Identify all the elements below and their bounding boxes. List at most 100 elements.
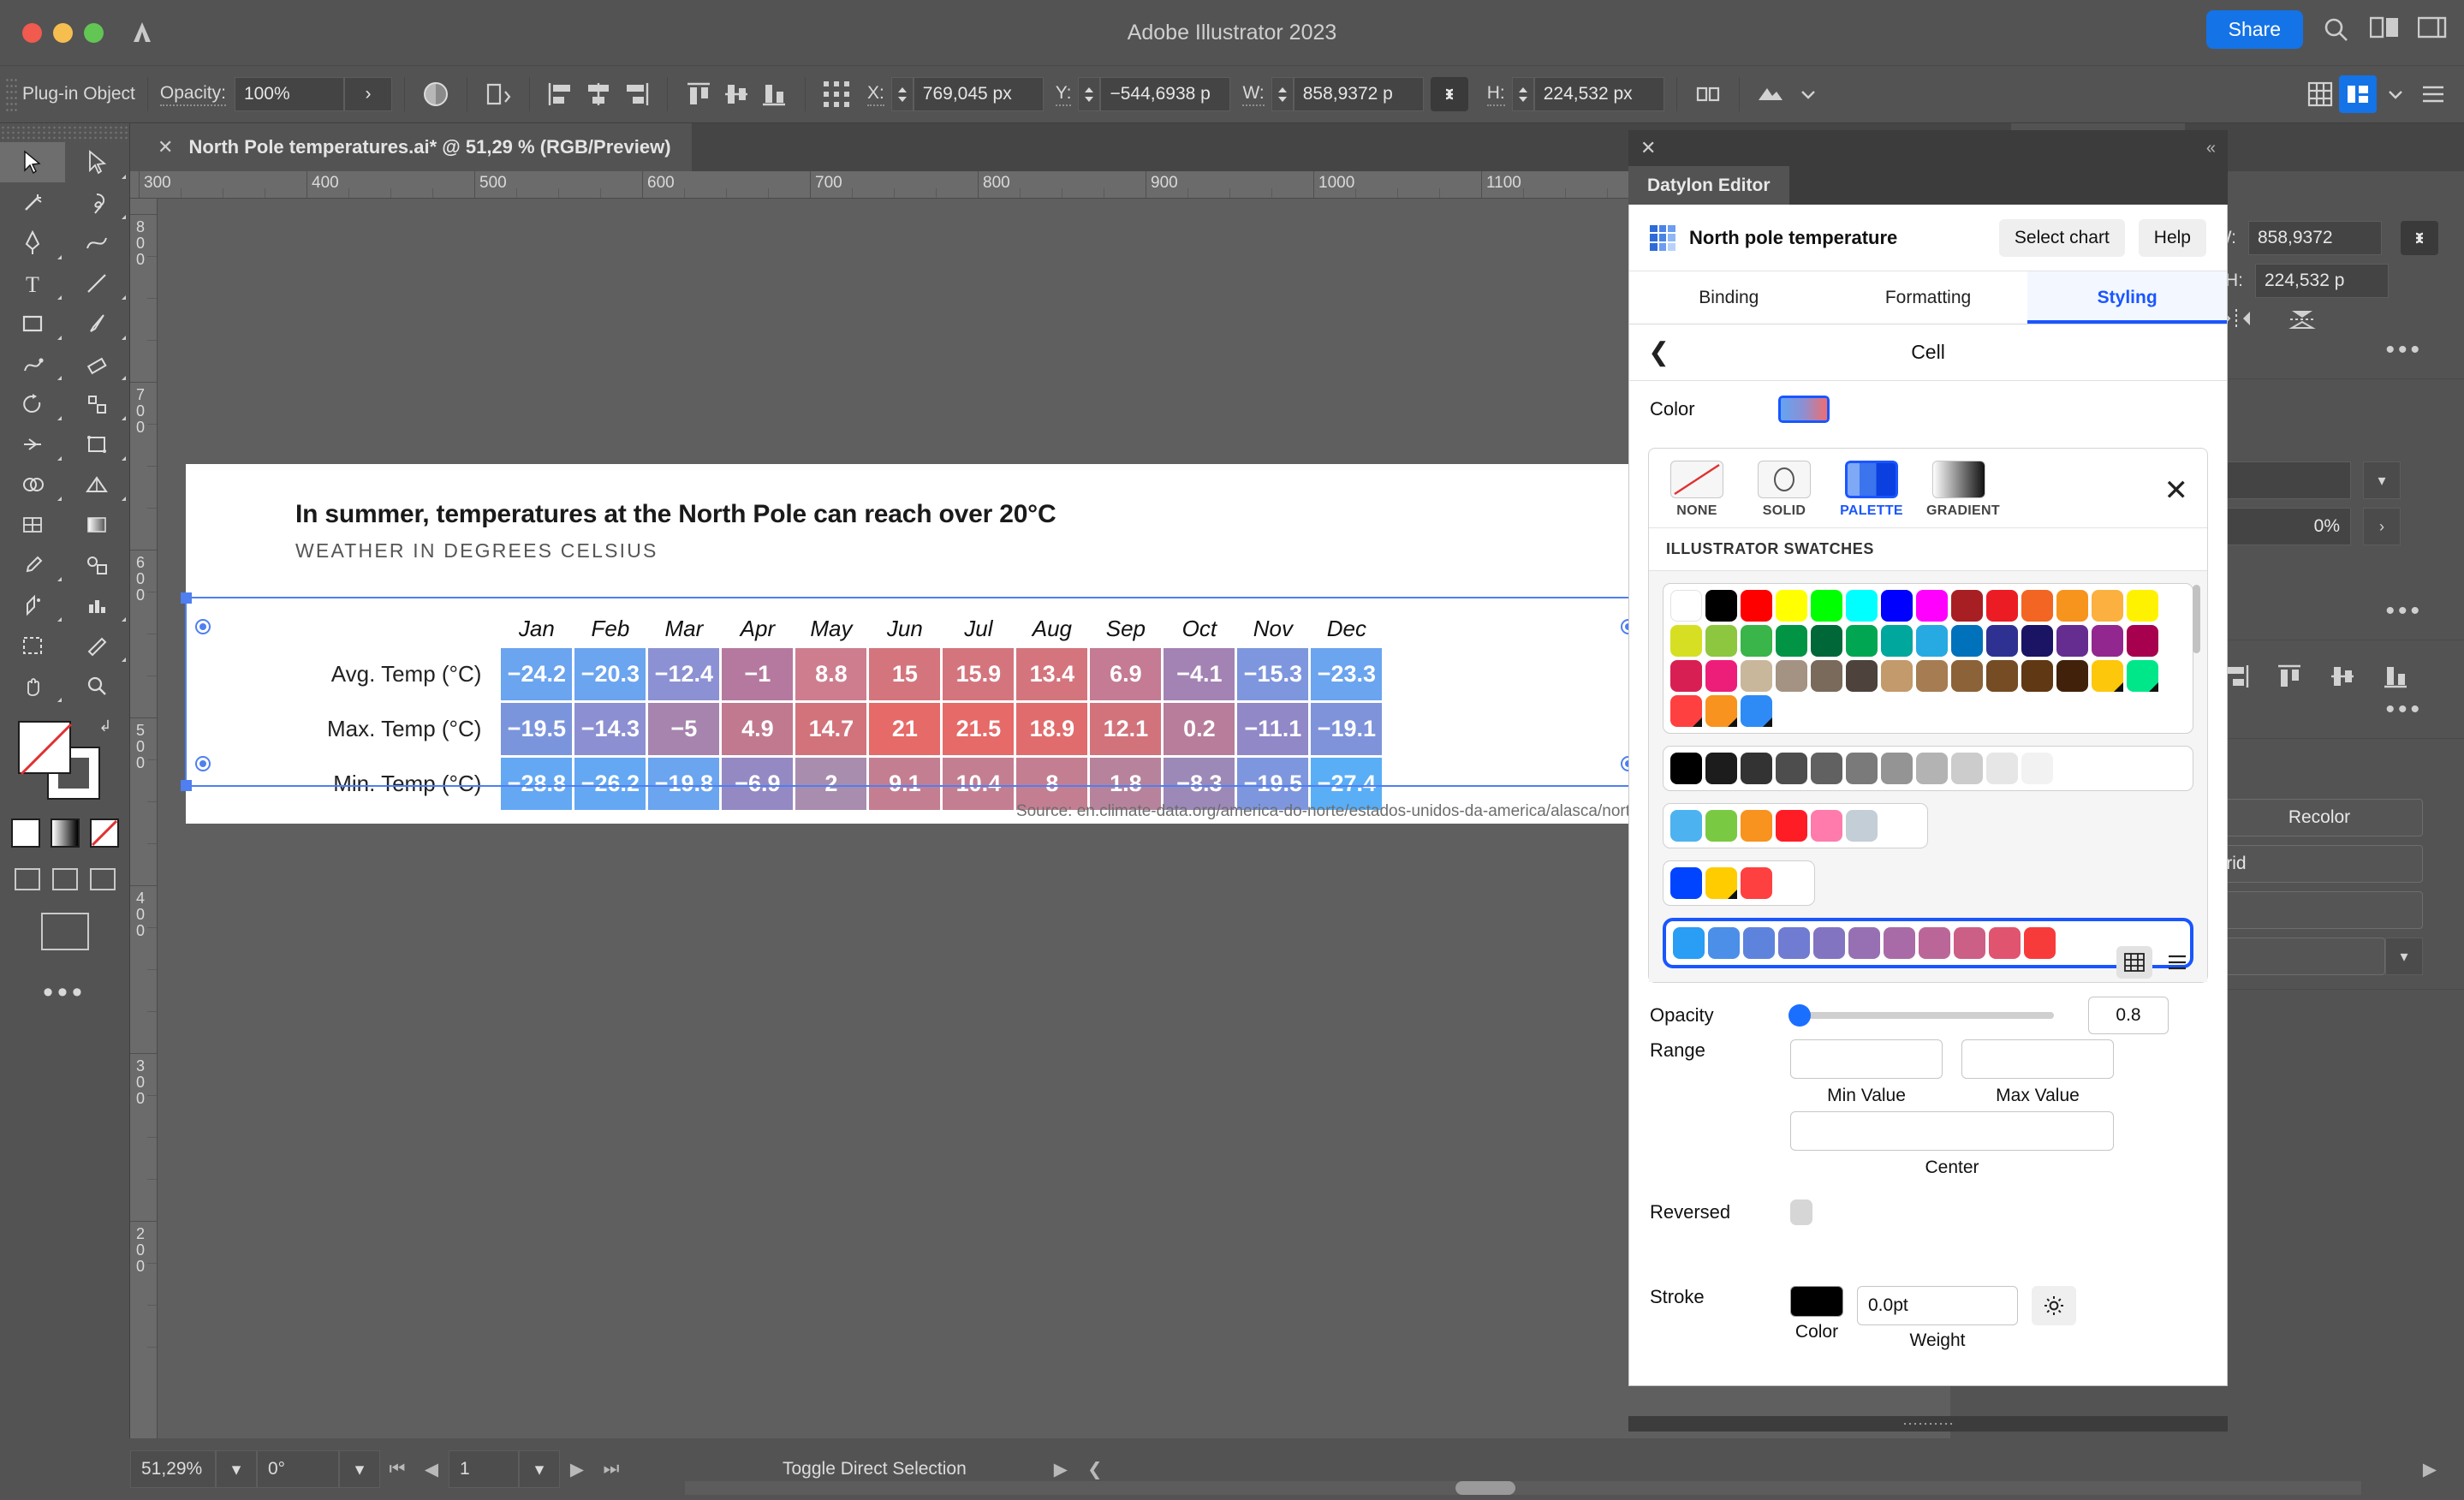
share-button[interactable]: Share bbox=[2205, 10, 2303, 49]
chevron-down-icon[interactable] bbox=[2377, 75, 2414, 113]
x-input[interactable]: 769,045 px bbox=[913, 77, 1044, 111]
color-swatch[interactable] bbox=[1670, 753, 1702, 784]
next-artboard-icon[interactable]: ▶ bbox=[560, 1450, 594, 1488]
horizontal-scrollbar-track[interactable] bbox=[685, 1481, 2361, 1495]
w-stepper[interactable] bbox=[1271, 77, 1294, 111]
chevron-down-icon[interactable]: ▾ bbox=[2363, 461, 2401, 499]
align-right-icon[interactable] bbox=[617, 75, 655, 113]
horizontal-scrollbar-thumb[interactable] bbox=[1455, 1481, 1515, 1495]
scroll-right-icon[interactable]: ▶ bbox=[2413, 1450, 2447, 1488]
link-dimensions-icon[interactable] bbox=[2401, 221, 2438, 255]
gear-icon[interactable] bbox=[2032, 1286, 2076, 1325]
color-mode-solid[interactable]: SOLID bbox=[1752, 461, 1817, 519]
color-swatch[interactable] bbox=[1846, 810, 1878, 842]
datylon-panel-resize-grip[interactable] bbox=[1628, 1416, 2228, 1432]
color-swatch[interactable] bbox=[1811, 590, 1842, 622]
color-swatch[interactable] bbox=[1705, 625, 1737, 657]
swatch-group-illustrator[interactable] bbox=[1663, 583, 2193, 734]
x-stepper[interactable] bbox=[890, 77, 914, 111]
home-icon[interactable] bbox=[129, 20, 155, 45]
swatch-group-brand[interactable] bbox=[1663, 860, 1815, 906]
align-middle-icon[interactable] bbox=[717, 75, 755, 113]
shaper-tool[interactable] bbox=[0, 343, 65, 384]
slice-tool[interactable] bbox=[65, 625, 130, 665]
color-swatch[interactable] bbox=[2092, 590, 2123, 622]
color-swatch[interactable] bbox=[2021, 625, 2053, 657]
range-min-input[interactable] bbox=[1790, 1039, 1943, 1079]
color-swatch[interactable] bbox=[1951, 753, 1983, 784]
color-swatch[interactable] bbox=[2056, 660, 2088, 692]
color-swatch[interactable] bbox=[1670, 590, 1702, 622]
color-swatch[interactable] bbox=[1705, 590, 1737, 622]
screen-mode-toggle[interactable] bbox=[40, 913, 89, 950]
w-input[interactable]: 858,9372 p bbox=[1293, 77, 1424, 111]
anchor-point[interactable] bbox=[195, 756, 211, 771]
minimize-window-button[interactable] bbox=[53, 22, 73, 43]
none-swatch[interactable] bbox=[89, 818, 119, 848]
mesh-tool[interactable] bbox=[0, 504, 65, 545]
shape-builder-tool[interactable] bbox=[0, 464, 65, 504]
color-swatch[interactable] bbox=[1741, 867, 1772, 899]
swatch-group-grayscale[interactable] bbox=[1663, 746, 2193, 791]
fill-swatch[interactable] bbox=[17, 721, 72, 776]
flip-vertical-icon[interactable] bbox=[2288, 307, 2317, 336]
color-swatch[interactable] bbox=[1884, 927, 1915, 959]
color-swatch[interactable] bbox=[2127, 590, 2158, 622]
type-tool[interactable]: T bbox=[0, 263, 65, 303]
color-mode-gradient[interactable]: GRADIENT bbox=[1926, 461, 2000, 519]
collapse-panel-icon[interactable]: « bbox=[2206, 139, 2216, 158]
color-swatch[interactable] bbox=[1776, 810, 1807, 842]
gradient-swatch[interactable] bbox=[50, 818, 80, 848]
control-bar-grip[interactable] bbox=[5, 77, 17, 111]
reference-point-icon[interactable] bbox=[818, 75, 855, 113]
color-swatch[interactable] bbox=[2021, 590, 2053, 622]
color-swatch[interactable] bbox=[1846, 625, 1878, 657]
selection-handle-bl[interactable] bbox=[181, 780, 192, 791]
selection-bounding-box[interactable] bbox=[181, 592, 1651, 791]
workspace-switcher-icon[interactable] bbox=[2417, 15, 2447, 45]
align-middle-icon[interactable] bbox=[2327, 663, 2358, 695]
color-swatch[interactable] bbox=[1705, 695, 1737, 727]
color-swatch[interactable] bbox=[1741, 660, 1772, 692]
color-swatch[interactable] bbox=[2127, 660, 2158, 692]
stroke-color-swatch[interactable] bbox=[1790, 1286, 1843, 1317]
align-top-icon[interactable] bbox=[680, 75, 717, 113]
eyedropper-tool[interactable] bbox=[0, 545, 65, 585]
color-swatch[interactable] bbox=[1741, 810, 1772, 842]
grid-icon[interactable] bbox=[2301, 75, 2339, 113]
chevron-down-icon[interactable] bbox=[1789, 75, 1827, 113]
recolor-button[interactable]: Recolor bbox=[2216, 799, 2423, 836]
rotate-tool[interactable] bbox=[0, 384, 65, 424]
close-tab-icon[interactable]: ✕ bbox=[158, 136, 173, 158]
stroke-weight-input[interactable]: 0.0pt bbox=[1857, 1286, 2018, 1325]
color-swatch[interactable] bbox=[1705, 867, 1737, 899]
fill-select[interactable] bbox=[2214, 461, 2351, 499]
color-mode-none[interactable]: NONE bbox=[1664, 461, 1729, 519]
artboard-number-input[interactable]: 1 bbox=[449, 1450, 519, 1488]
color-swatch[interactable] bbox=[1951, 660, 1983, 692]
range-max-input[interactable] bbox=[1961, 1039, 2114, 1079]
opacity-value-input[interactable]: 0.8 bbox=[2088, 997, 2169, 1034]
eraser-tool[interactable] bbox=[65, 343, 130, 384]
artboard-dropdown-button[interactable]: ▾ bbox=[519, 1450, 560, 1488]
curvature-tool[interactable] bbox=[65, 223, 130, 263]
opacity-slider-knob[interactable] bbox=[1788, 1004, 1811, 1027]
align-top-icon[interactable] bbox=[2274, 663, 2305, 695]
color-swatch[interactable] bbox=[1986, 660, 2018, 692]
color-swatch[interactable] bbox=[1986, 590, 2018, 622]
color-swatch[interactable] bbox=[2021, 753, 2053, 784]
color-swatch[interactable] bbox=[1741, 590, 1772, 622]
first-artboard-icon[interactable]: ⏮ bbox=[380, 1450, 414, 1488]
color-swatch[interactable] bbox=[1708, 927, 1740, 959]
swatches-scrollbar[interactable] bbox=[2193, 585, 2200, 653]
arrange-panel-icon[interactable] bbox=[2339, 75, 2377, 113]
color-swatch[interactable] bbox=[1776, 590, 1807, 622]
reversed-toggle[interactable] bbox=[1790, 1199, 1812, 1225]
list-view-icon[interactable] bbox=[2159, 946, 2195, 979]
column-graph-tool[interactable] bbox=[65, 585, 130, 625]
h-input[interactable]: 224,532 px bbox=[1533, 77, 1664, 111]
color-swatch[interactable] bbox=[1670, 810, 1702, 842]
edit-toolbar-icon[interactable]: ••• bbox=[0, 976, 129, 1009]
color-swatch[interactable] bbox=[1811, 660, 1842, 692]
color-swatch[interactable] bbox=[1741, 625, 1772, 657]
